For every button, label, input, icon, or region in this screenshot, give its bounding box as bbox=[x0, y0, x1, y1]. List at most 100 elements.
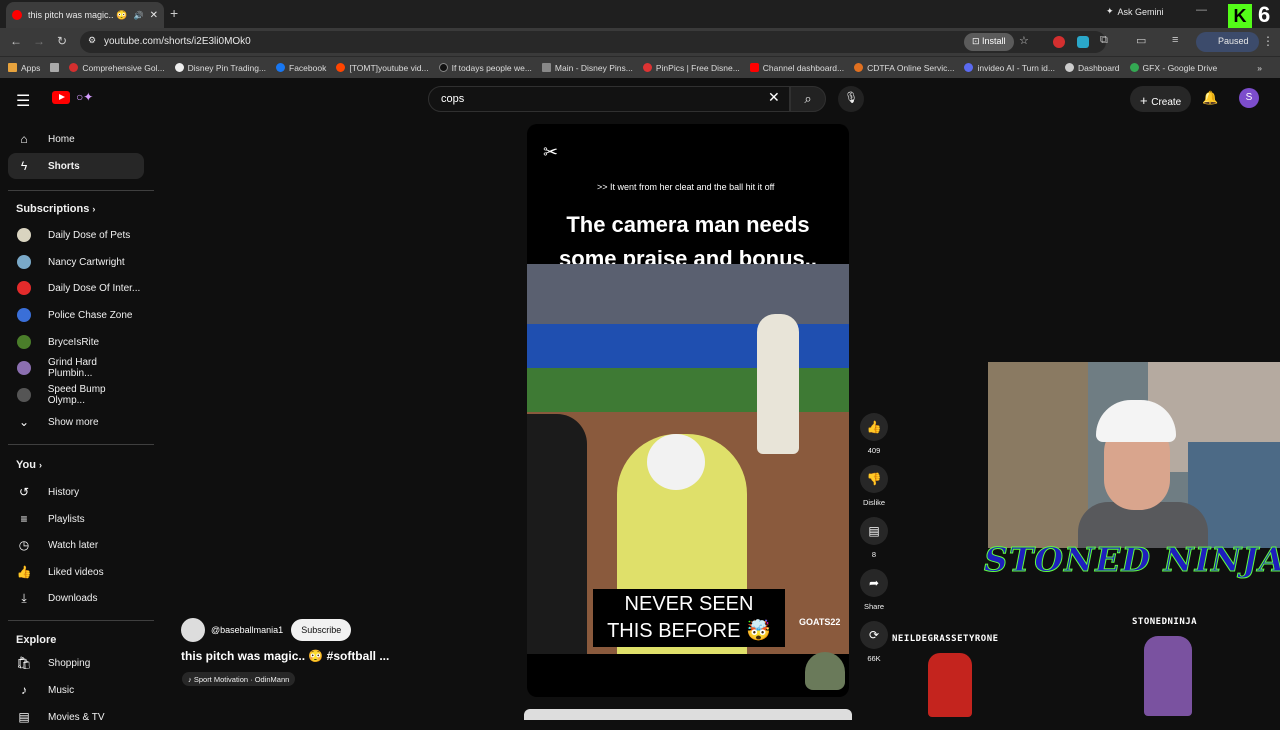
doodle-logo-icon[interactable]: ○✦ bbox=[76, 90, 108, 106]
install-button[interactable]: ⊡ Install bbox=[964, 33, 1014, 51]
sidebar-item-playlists[interactable]: ≡ Playlists bbox=[8, 506, 144, 532]
bookmark-star-icon[interactable]: ☆ bbox=[1019, 34, 1029, 47]
browser-menu-icon[interactable]: ⋮ bbox=[1262, 34, 1274, 48]
sidebar-item-watch-later[interactable]: ◷ Watch later bbox=[8, 532, 144, 558]
tab-close-icon[interactable]: ✕ bbox=[150, 10, 158, 21]
bookmark-item[interactable]: Channel dashboard... bbox=[749, 63, 844, 73]
avatar[interactable]: S bbox=[1239, 88, 1259, 108]
bookmark-item[interactable]: invideo AI - Turn id... bbox=[964, 62, 1055, 73]
bookmark-item[interactable]: PinPics | Free Disne... bbox=[642, 63, 740, 73]
search-input[interactable]: cops bbox=[428, 86, 790, 112]
tab-title: this pitch was magic.. 😳 #... bbox=[28, 9, 128, 20]
download-icon: ⤓ bbox=[21, 590, 27, 605]
sidebar-item-history[interactable]: ↺ History bbox=[8, 479, 144, 505]
subscriptions-heading[interactable]: Subscriptions › bbox=[16, 203, 95, 215]
bookmark-item[interactable]: Comprehensive Gol... bbox=[69, 63, 165, 73]
channel-avatar bbox=[17, 361, 31, 375]
remix-button[interactable]: ⟳ 66K bbox=[860, 621, 888, 663]
subscription-item[interactable]: Daily Dose Of Inter... bbox=[8, 275, 144, 301]
sprite-label: STONEDNINJA bbox=[1132, 617, 1198, 627]
browser-tab[interactable]: this pitch was magic.. 😳 #... 🔊 ✕ bbox=[6, 2, 164, 28]
subscription-item[interactable]: Nancy Cartwright bbox=[8, 249, 144, 275]
back-icon[interactable]: ← bbox=[10, 34, 22, 48]
cast-icon[interactable]: ▭ bbox=[1136, 34, 1146, 47]
subscription-item[interactable]: Speed Bump Olymp... bbox=[8, 382, 144, 408]
subscription-item[interactable]: BryceIsRite bbox=[8, 329, 144, 355]
search-value: cops bbox=[441, 93, 465, 105]
webcam-overlay bbox=[988, 362, 1280, 548]
sidebar-item-shorts[interactable]: ϟ Shorts bbox=[8, 153, 144, 179]
search-button[interactable]: ⌕ bbox=[790, 86, 826, 112]
bookmark-label: invideo AI - Turn id... bbox=[977, 62, 1055, 73]
ask-gemini-button[interactable]: ✦ Ask Gemini bbox=[1106, 6, 1164, 17]
video-title[interactable]: this pitch was magic.. 😳 #softball ... bbox=[181, 649, 389, 663]
bookmark-item[interactable]: [TOMT]youtube vid... bbox=[336, 63, 429, 73]
bookmark-item[interactable]: If todays people we... bbox=[438, 62, 532, 73]
minimize-icon[interactable]: — bbox=[1196, 4, 1207, 16]
you-heading[interactable]: You › bbox=[16, 459, 42, 471]
sidebar-item-label: Shopping bbox=[48, 657, 91, 669]
subscription-item[interactable]: Daily Dose of Pets bbox=[8, 222, 144, 248]
subscription-item[interactable]: Grind Hard Plumbin... bbox=[8, 355, 144, 381]
sidebar-item-downloads[interactable]: ⤓ Downloads bbox=[8, 585, 144, 611]
sidebar-item-home[interactable]: ⌂ Home bbox=[8, 126, 144, 152]
subscribe-button[interactable]: Subscribe bbox=[291, 619, 352, 641]
like-button[interactable]: 👍 409 bbox=[860, 413, 888, 455]
bookmark-item[interactable]: Dashboard bbox=[1064, 63, 1120, 73]
channel-avatar bbox=[17, 335, 31, 349]
bookmark-label: If todays people we... bbox=[451, 62, 532, 73]
shopping-bag-icon: 🛍 bbox=[16, 656, 32, 670]
extension-red-icon[interactable] bbox=[1053, 36, 1065, 48]
bookmark-item[interactable]: Facebook bbox=[276, 63, 326, 73]
more-bookmarks-icon[interactable]: » bbox=[1257, 63, 1262, 73]
sidebar-item-movies[interactable]: ▤ Movies & TV bbox=[8, 704, 144, 730]
forward-icon[interactable]: → bbox=[33, 34, 45, 48]
channel-handle[interactable]: @baseballmania1 bbox=[211, 625, 283, 635]
stoned-ninja-banner: STONED NINJA bbox=[984, 540, 1280, 580]
sidebar-item-label: Grind Hard Plumbin... bbox=[47, 357, 97, 379]
next-short-preview[interactable] bbox=[524, 709, 852, 720]
explore-heading: Explore bbox=[16, 634, 57, 646]
bookmark-item[interactable] bbox=[50, 63, 60, 72]
notifications-bell-icon[interactable]: 🔔 bbox=[1202, 90, 1218, 106]
bookmark-item[interactable]: Disney Pin Trading... bbox=[174, 63, 266, 73]
bookmark-item[interactable]: CDTFA Online Servic... bbox=[854, 63, 954, 73]
comments-button[interactable]: ▤ 8 bbox=[860, 517, 888, 559]
film-icon: ▤ bbox=[18, 710, 30, 724]
sidebar-item-label: Playlists bbox=[48, 513, 85, 525]
bookmark-item[interactable]: GFX - Google Drive bbox=[1129, 63, 1217, 73]
sidebar-item-music[interactable]: ♪ Music bbox=[8, 677, 144, 703]
show-more-button[interactable]: ⌄ Show more bbox=[8, 409, 144, 435]
extensions-puzzle-icon[interactable]: ⧉ bbox=[1100, 34, 1108, 47]
subscription-item[interactable]: Police Chase Zone bbox=[8, 302, 144, 328]
music-chip[interactable]: ♪ Sport Motivation · OdinMann bbox=[182, 672, 296, 686]
microphone-icon[interactable]: 🎙 bbox=[838, 86, 864, 112]
dislike-label: Dislike bbox=[862, 498, 886, 507]
sidebar-item-shopping[interactable]: 🛍 Shopping bbox=[8, 650, 144, 676]
reload-icon[interactable]: ↻ bbox=[57, 34, 67, 48]
sidebar-item-label: Liked videos bbox=[48, 566, 104, 578]
profile-paused-button[interactable]: Paused bbox=[1196, 32, 1259, 52]
reading-list-icon[interactable]: ≡ bbox=[1172, 34, 1178, 46]
clear-search-icon[interactable]: ✕ bbox=[768, 89, 780, 106]
speaker-icon[interactable]: 🔊 bbox=[134, 11, 144, 20]
site-info-icon[interactable]: ⚙ bbox=[88, 35, 96, 46]
channel-avatar[interactable] bbox=[181, 618, 205, 642]
sidebar-item-label: Daily Dose of Pets bbox=[48, 229, 131, 241]
dislike-button[interactable]: 👎 Dislike bbox=[860, 465, 888, 507]
sidebar-item-label: Shorts bbox=[48, 160, 80, 172]
youtube-logo-icon[interactable] bbox=[52, 91, 70, 104]
plus-icon: + bbox=[1140, 93, 1152, 108]
share-button[interactable]: ➦ Share bbox=[860, 569, 888, 611]
bookmark-apps[interactable]: Apps bbox=[8, 63, 40, 73]
channel-avatar bbox=[17, 388, 31, 402]
create-button[interactable]: + Create bbox=[1130, 86, 1192, 112]
extension-blue-icon[interactable] bbox=[1077, 36, 1089, 48]
bookmark-item[interactable]: Main - Disney Pins... bbox=[541, 63, 633, 73]
ask-gemini-label: Ask Gemini bbox=[1117, 6, 1164, 17]
sidebar-item-liked-videos[interactable]: 👍 Liked videos bbox=[8, 559, 144, 585]
menu-icon[interactable]: ☰ bbox=[16, 91, 30, 111]
shorts-video-player[interactable]: ✂ >> It went from her cleat and the ball… bbox=[527, 124, 849, 697]
url-field[interactable]: ⚙ youtube.com/shorts/i2E3li0MOk0 bbox=[80, 31, 1106, 53]
new-tab-icon[interactable]: + bbox=[170, 5, 178, 21]
